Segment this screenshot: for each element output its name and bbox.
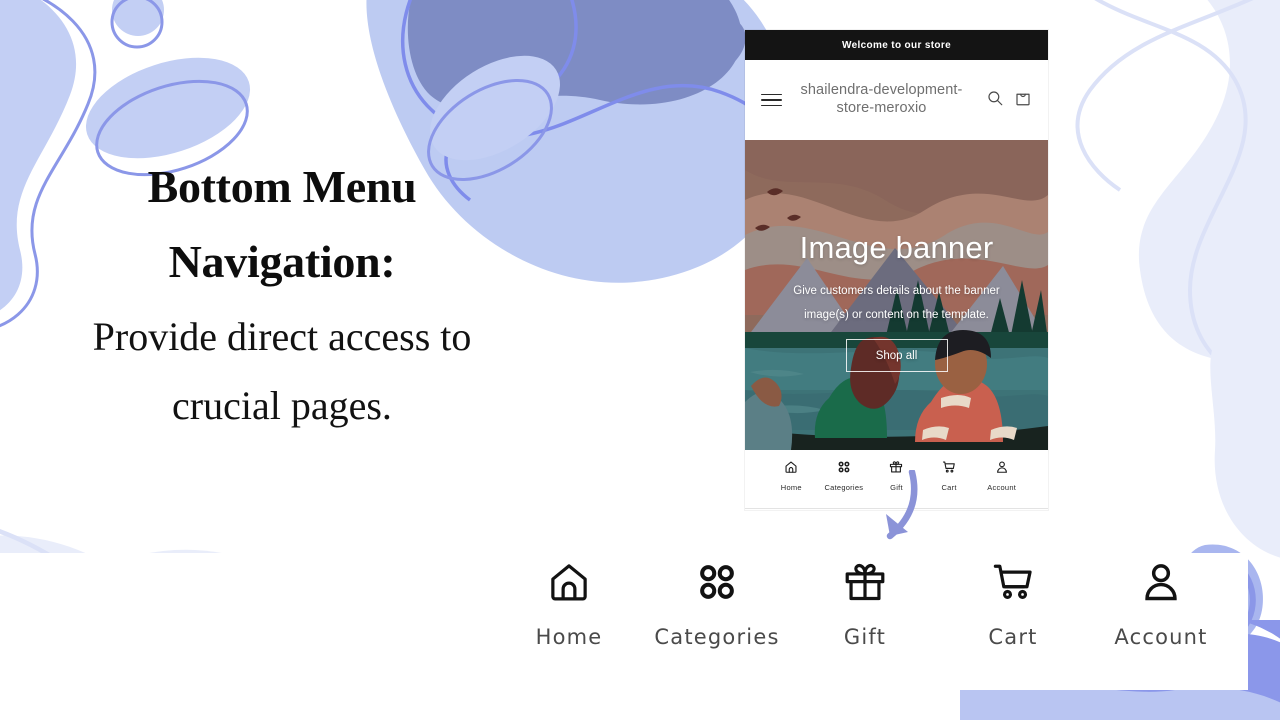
- showcase-item-cart[interactable]: Cart: [939, 560, 1087, 649]
- showcase-item-gift[interactable]: Gift: [791, 560, 939, 649]
- bottom-nav-label: Account: [987, 483, 1017, 492]
- showcase-item-home[interactable]: Home: [495, 560, 643, 649]
- blob-top-center-dark-2: [528, 12, 746, 91]
- announcement-bar: Welcome to our store: [745, 30, 1048, 60]
- copy-block: Bottom Menu Navigation: Provide direct a…: [52, 150, 512, 441]
- grid-dots-icon: [837, 460, 851, 479]
- blob-right-pale-outline-2: [1075, 0, 1254, 192]
- bottom-nav-item-account[interactable]: Account: [975, 460, 1028, 492]
- storefront-preview: Welcome to our store shailendra-developm…: [745, 30, 1048, 510]
- shopping-bag-icon[interactable]: [1014, 89, 1032, 112]
- showcase-item-categories[interactable]: Categories: [643, 560, 791, 649]
- nav-showcase: Home Categories Gift Cart Account: [495, 560, 1235, 680]
- blob-top-center-dark: [407, 0, 742, 109]
- banner-subtitle: Give customers details about the banner …: [793, 285, 1000, 321]
- shop-all-button[interactable]: Shop all: [845, 339, 948, 373]
- grid-dots-icon: [695, 560, 739, 609]
- image-banner: Image banner Give customers details abou…: [745, 140, 1048, 450]
- curved-down-left-arrow-icon: [886, 470, 918, 540]
- blob-dot-1: [112, 0, 164, 36]
- bottom-nav-label: Cart: [941, 483, 957, 492]
- showcase-label: Gift: [843, 625, 887, 649]
- page-title: Bottom Menu Navigation:: [147, 161, 417, 287]
- blob-right-pale-2: [1210, 328, 1280, 558]
- bottom-nav-label: Categories: [824, 483, 864, 492]
- slide-canvas: Bottom Menu Navigation: Provide direct a…: [0, 0, 1280, 720]
- banner-overlay: Image banner Give customers details abou…: [745, 140, 1048, 450]
- store-header: shailendra-development-store-meroxio: [745, 60, 1048, 140]
- home-icon: [784, 460, 798, 479]
- shopping-cart-icon: [991, 560, 1035, 609]
- gift-icon: [843, 560, 887, 609]
- hamburger-icon[interactable]: [761, 87, 787, 113]
- blob-right-pale: [1138, 0, 1280, 363]
- showcase-label: Categories: [654, 625, 780, 649]
- store-name[interactable]: shailendra-development-store-meroxio: [787, 82, 976, 117]
- showcase-item-account[interactable]: Account: [1087, 560, 1235, 649]
- blob-right-pale-outline: [1094, 0, 1280, 388]
- showcase-label: Account: [1114, 625, 1208, 649]
- blob-dot-1-outline: [110, 0, 164, 49]
- shopping-cart-icon: [942, 460, 956, 479]
- bottom-nav-item-home[interactable]: Home: [765, 460, 818, 492]
- home-icon: [547, 560, 591, 609]
- showcase-label: Cart: [988, 625, 1038, 649]
- banner-title: Image banner: [799, 230, 994, 265]
- person-icon: [995, 460, 1009, 479]
- person-icon: [1139, 560, 1183, 609]
- announcement-text: Welcome to our store: [841, 39, 952, 51]
- search-icon[interactable]: [986, 89, 1004, 112]
- bottom-nav-label: Home: [780, 483, 802, 492]
- showcase-label: Home: [535, 625, 603, 649]
- page-subtitle: Provide direct access to crucial pages.: [92, 314, 472, 428]
